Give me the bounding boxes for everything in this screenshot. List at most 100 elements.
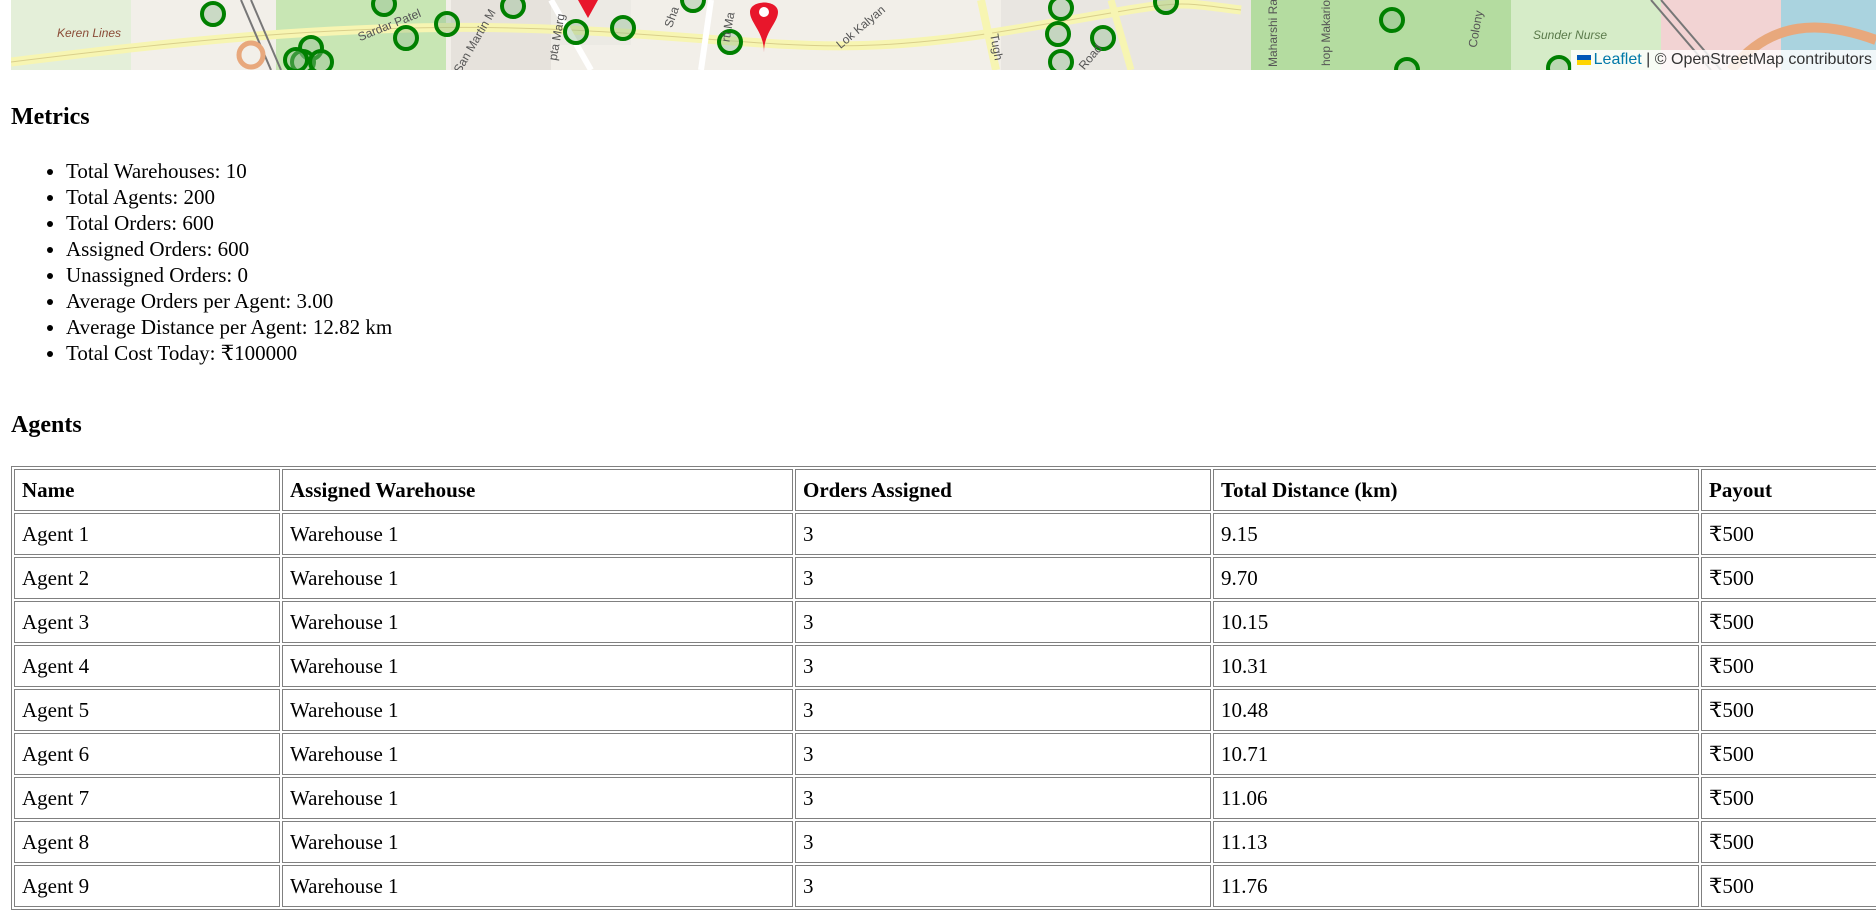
agent-marker[interactable] [1045, 21, 1071, 47]
assigned-warehouse-cell: Warehouse 1 [282, 513, 793, 555]
column-header-name: Name [14, 469, 280, 511]
table-row: Agent 3 Warehouse 1 3 10.15 ₹500 [14, 601, 1876, 643]
orders-assigned-cell: 3 [795, 601, 1211, 643]
agent-marker[interactable] [1546, 55, 1572, 70]
ukraine-flag-icon [1576, 55, 1591, 65]
assigned-warehouse-cell: Warehouse 1 [282, 689, 793, 731]
agent-name-cell: Agent 2 [14, 557, 280, 599]
agent-name-cell: Agent 1 [14, 513, 280, 555]
total-distance-cell: 9.15 [1213, 513, 1699, 555]
table-row: Agent 6 Warehouse 1 3 10.71 ₹500 [14, 733, 1876, 775]
agent-marker[interactable] [283, 47, 309, 70]
table-row: Agent 4 Warehouse 1 3 10.31 ₹500 [14, 645, 1876, 687]
table-header-row: Name Assigned Warehouse Orders Assigned … [14, 469, 1876, 511]
map-label-maharshi: Maharshi Ra [1266, 0, 1281, 68]
total-distance-cell: 11.06 [1213, 777, 1699, 819]
agents-table: Name Assigned Warehouse Orders Assigned … [11, 466, 1876, 910]
leaflet-link[interactable]: Leaflet [1594, 51, 1642, 68]
orders-assigned-cell: 3 [795, 821, 1211, 863]
orders-assigned-cell: 3 [795, 689, 1211, 731]
agent-marker[interactable] [200, 1, 226, 27]
agent-marker[interactable] [610, 15, 636, 41]
agent-marker[interactable] [1048, 0, 1074, 21]
metric-total-orders: Total Orders: 600 [66, 210, 392, 236]
payout-cell: ₹500 [1701, 557, 1876, 599]
table-row: Agent 5 Warehouse 1 3 10.48 ₹500 [14, 689, 1876, 731]
total-distance-cell: 10.71 [1213, 733, 1699, 775]
agent-name-cell: Agent 6 [14, 733, 280, 775]
total-distance-cell: 11.13 [1213, 821, 1699, 863]
payout-cell: ₹500 [1701, 689, 1876, 731]
agent-marker[interactable] [500, 0, 526, 19]
agent-marker[interactable] [1379, 7, 1405, 33]
assigned-warehouse-cell: Warehouse 1 [282, 865, 793, 907]
agent-marker[interactable] [434, 11, 460, 37]
total-distance-cell: 11.76 [1213, 865, 1699, 907]
orders-assigned-cell: 3 [795, 865, 1211, 907]
assigned-warehouse-cell: Warehouse 1 [282, 601, 793, 643]
metric-unassigned-orders: Unassigned Orders: 0 [66, 262, 392, 288]
assigned-warehouse-cell: Warehouse 1 [282, 733, 793, 775]
osm-attribution-text: © OpenStreetMap contributors [1654, 51, 1872, 68]
total-distance-cell: 10.48 [1213, 689, 1699, 731]
orders-assigned-cell: 3 [795, 733, 1211, 775]
metric-total-cost-today: Total Cost Today: ₹100000 [66, 340, 392, 366]
payout-cell: ₹500 [1701, 733, 1876, 775]
map-label-sunder-nurse: Sunder Nurse [1533, 28, 1608, 42]
table-row: Agent 9 Warehouse 1 3 11.76 ₹500 [14, 865, 1876, 907]
assigned-warehouse-cell: Warehouse 1 [282, 557, 793, 599]
column-header-orders-assigned: Orders Assigned [795, 469, 1211, 511]
orders-assigned-cell: 3 [795, 777, 1211, 819]
metric-total-warehouses: Total Warehouses: 10 [66, 158, 392, 184]
metrics-heading: Metrics [11, 104, 90, 130]
map-attribution: Leaflet | © OpenStreetMap contributors [1570, 50, 1876, 70]
payout-cell: ₹500 [1701, 865, 1876, 907]
table-row: Agent 8 Warehouse 1 3 11.13 ₹500 [14, 821, 1876, 863]
agent-name-cell: Agent 8 [14, 821, 280, 863]
assigned-warehouse-cell: Warehouse 1 [282, 645, 793, 687]
agent-marker[interactable] [1153, 0, 1179, 15]
attribution-separator: | [1646, 51, 1651, 68]
metric-avg-distance-per-agent: Average Distance per Agent: 12.82 km [66, 314, 392, 340]
column-header-total-distance: Total Distance (km) [1213, 469, 1699, 511]
orders-assigned-cell: 3 [795, 513, 1211, 555]
agent-name-cell: Agent 5 [14, 689, 280, 731]
payout-cell: ₹500 [1701, 601, 1876, 643]
total-distance-cell: 10.31 [1213, 645, 1699, 687]
table-row: Agent 1 Warehouse 1 3 9.15 ₹500 [14, 513, 1876, 555]
agent-name-cell: Agent 9 [14, 865, 280, 907]
agent-marker[interactable] [680, 0, 706, 13]
metrics-list: Total Warehouses: 10 Total Agents: 200 T… [11, 158, 392, 366]
agent-name-cell: Agent 4 [14, 645, 280, 687]
map-label-bishop: hop Makario [1319, 0, 1334, 67]
table-row: Agent 7 Warehouse 1 3 11.06 ₹500 [14, 777, 1876, 819]
total-distance-cell: 9.70 [1213, 557, 1699, 599]
column-header-assigned-warehouse: Assigned Warehouse [282, 469, 793, 511]
map-view[interactable]: Keren Lines Sardar Patel San Martin M pt… [11, 0, 1876, 70]
payout-cell: ₹500 [1701, 645, 1876, 687]
payout-cell: ₹500 [1701, 821, 1876, 863]
orders-assigned-cell: 3 [795, 645, 1211, 687]
agent-name-cell: Agent 7 [14, 777, 280, 819]
table-row: Agent 2 Warehouse 1 3 9.70 ₹500 [14, 557, 1876, 599]
agent-marker[interactable] [393, 25, 419, 51]
assigned-warehouse-cell: Warehouse 1 [282, 777, 793, 819]
agent-name-cell: Agent 3 [14, 601, 280, 643]
column-header-payout: Payout [1701, 469, 1876, 511]
agent-marker[interactable] [563, 19, 589, 45]
map-label-keren-lines: Keren Lines [57, 26, 122, 40]
total-distance-cell: 10.15 [1213, 601, 1699, 643]
metric-avg-orders-per-agent: Average Orders per Agent: 3.00 [66, 288, 392, 314]
agents-table-body: Agent 1 Warehouse 1 3 9.15 ₹500 Agent 2 Wareho… [14, 513, 1876, 907]
agent-marker[interactable] [371, 0, 397, 17]
metric-total-agents: Total Agents: 200 [66, 184, 392, 210]
assigned-warehouse-cell: Warehouse 1 [282, 821, 793, 863]
agent-marker[interactable] [308, 49, 334, 70]
agent-marker[interactable] [1394, 57, 1420, 70]
metric-assigned-orders: Assigned Orders: 600 [66, 236, 392, 262]
agent-marker[interactable] [1048, 49, 1074, 70]
payout-cell: ₹500 [1701, 513, 1876, 555]
payout-cell: ₹500 [1701, 777, 1876, 819]
agents-heading: Agents [11, 412, 82, 438]
orders-assigned-cell: 3 [795, 557, 1211, 599]
